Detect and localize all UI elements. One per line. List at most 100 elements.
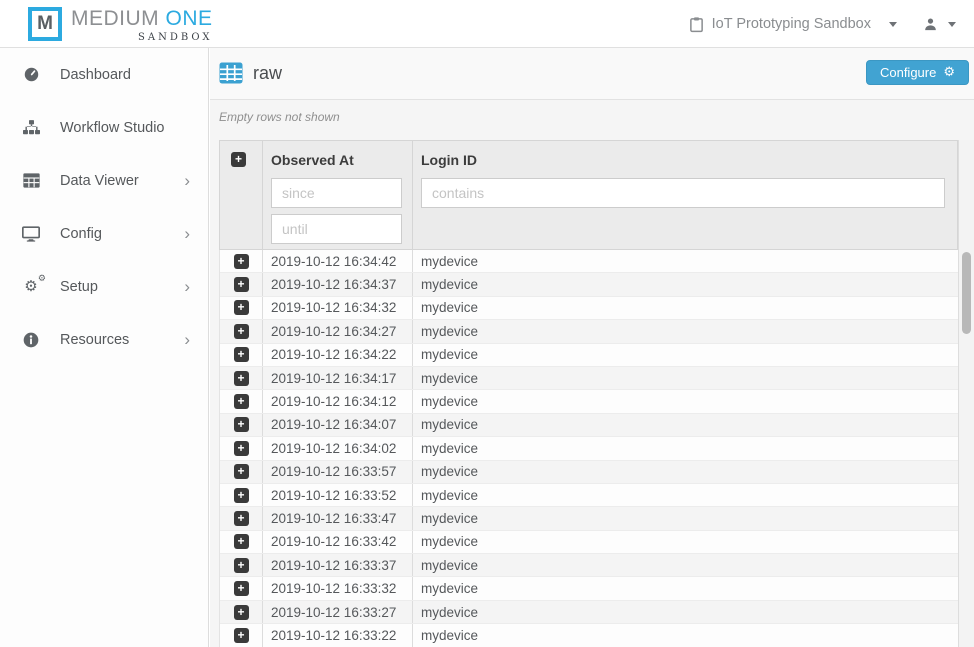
observed-at-cell: 2019-10-12 16:34:02: [263, 437, 413, 459]
expand-cell: +: [220, 531, 263, 553]
brand-logo: M MEDIUM ONE SANDBOX: [28, 7, 213, 43]
expand-row-button[interactable]: +: [234, 347, 249, 362]
expand-row-button[interactable]: +: [234, 371, 249, 386]
table-row: +2019-10-12 16:34:02mydevice: [220, 437, 958, 460]
dashboard-gauge-icon: [20, 66, 42, 83]
main-content: raw Configure ⚙ Empty rows not shown + O…: [210, 48, 974, 647]
until-filter-input[interactable]: [271, 214, 402, 244]
table-header: + Observed At Login ID: [219, 140, 958, 250]
expand-cell: +: [220, 344, 263, 366]
login-id-cell: mydevice: [413, 297, 958, 319]
login-id-cell: mydevice: [413, 437, 958, 459]
sidebar-item-label: Dashboard: [60, 67, 190, 83]
expand-row-button[interactable]: +: [234, 417, 249, 432]
table-row: +2019-10-12 16:33:37mydevice: [220, 554, 958, 577]
data-table: + Observed At Login ID +2019-10-12 16:34…: [219, 140, 958, 647]
brand-name-primary: MEDIUM: [71, 7, 159, 30]
scrollbar-thumb[interactable]: [962, 252, 971, 334]
expand-cell: +: [220, 250, 263, 272]
logo-m-icon: M: [28, 7, 62, 41]
table-row: +2019-10-12 16:34:32mydevice: [220, 297, 958, 320]
expand-cell: +: [220, 484, 263, 506]
expand-row-button[interactable]: +: [234, 254, 249, 269]
observed-at-cell: 2019-10-12 16:33:27: [263, 601, 413, 623]
brand-wordmark: MEDIUM ONE SANDBOX: [71, 7, 213, 43]
login-id-cell: mydevice: [413, 484, 958, 506]
gears-icon: ⚙⚙: [20, 279, 42, 294]
table-scrollbar[interactable]: [958, 140, 974, 647]
info-circle-icon: [20, 332, 42, 348]
expand-row-button[interactable]: +: [234, 628, 249, 643]
table-icon: [20, 173, 42, 188]
expand-cell: +: [220, 601, 263, 623]
brand-name-secondary: ONE: [166, 7, 213, 30]
observed-at-cell: 2019-10-12 16:33:32: [263, 577, 413, 599]
sidebar-item-data-viewer[interactable]: Data Viewer ›: [0, 154, 208, 207]
observed-at-cell: 2019-10-12 16:34:22: [263, 344, 413, 366]
chevron-right-icon: ›: [184, 278, 190, 295]
login-id-column-header: Login ID: [413, 141, 957, 249]
expand-all-cell: +: [220, 141, 263, 249]
expand-row-button[interactable]: +: [234, 558, 249, 573]
sidebar-item-config[interactable]: Config ›: [0, 207, 208, 260]
expand-all-button[interactable]: +: [231, 152, 246, 167]
sidebar-item-dashboard[interactable]: Dashboard: [0, 48, 208, 101]
table-row: +2019-10-12 16:33:22mydevice: [220, 624, 958, 647]
expand-row-button[interactable]: +: [234, 277, 249, 292]
expand-row-button[interactable]: +: [234, 488, 249, 503]
sidebar-item-setup[interactable]: ⚙⚙ Setup ›: [0, 260, 208, 313]
expand-row-button[interactable]: +: [234, 581, 249, 596]
table-row: +2019-10-12 16:33:42mydevice: [220, 531, 958, 554]
chevron-right-icon: ›: [184, 172, 190, 189]
login-id-cell: mydevice: [413, 507, 958, 529]
desktop-icon: [20, 226, 42, 242]
topbar: M MEDIUM ONE SANDBOX IoT Prototyping San…: [0, 0, 974, 48]
login-id-cell: mydevice: [413, 414, 958, 436]
expand-cell: +: [220, 273, 263, 295]
since-filter-input[interactable]: [271, 178, 402, 208]
page-title: raw: [253, 63, 282, 84]
expand-row-button[interactable]: +: [234, 534, 249, 549]
table-body: +2019-10-12 16:34:42mydevice+2019-10-12 …: [219, 250, 958, 647]
login-id-cell: mydevice: [413, 601, 958, 623]
sitemap-icon: [20, 120, 42, 135]
contains-filter-input[interactable]: [421, 178, 945, 208]
table-row: +2019-10-12 16:34:37mydevice: [220, 273, 958, 296]
expand-cell: +: [220, 554, 263, 576]
expand-cell: +: [220, 320, 263, 342]
expand-cell: +: [220, 577, 263, 599]
expand-row-button[interactable]: +: [234, 605, 249, 620]
table-row: +2019-10-12 16:34:17mydevice: [220, 367, 958, 390]
login-id-cell: mydevice: [413, 624, 958, 646]
chevron-down-icon: [889, 22, 897, 27]
observed-at-cell: 2019-10-12 16:33:22: [263, 624, 413, 646]
observed-at-cell: 2019-10-12 16:34:37: [263, 273, 413, 295]
project-selector[interactable]: IoT Prototyping Sandbox: [689, 16, 897, 33]
expand-row-button[interactable]: +: [234, 464, 249, 479]
login-id-cell: mydevice: [413, 250, 958, 272]
column-title: Login ID: [421, 148, 945, 172]
sidebar-item-label: Data Viewer: [60, 173, 184, 189]
expand-row-button[interactable]: +: [234, 300, 249, 315]
sidebar-item-workflow-studio[interactable]: Workflow Studio: [0, 101, 208, 154]
login-id-cell: mydevice: [413, 367, 958, 389]
sidebar-item-label: Setup: [60, 279, 184, 295]
login-id-cell: mydevice: [413, 577, 958, 599]
chevron-down-icon: [948, 22, 956, 27]
column-title: Observed At: [271, 148, 402, 172]
expand-row-button[interactable]: +: [234, 441, 249, 456]
user-menu[interactable]: [923, 17, 956, 32]
table-row: +2019-10-12 16:33:32mydevice: [220, 577, 958, 600]
expand-row-button[interactable]: +: [234, 324, 249, 339]
observed-at-cell: 2019-10-12 16:33:52: [263, 484, 413, 506]
login-id-cell: mydevice: [413, 320, 958, 342]
expand-cell: +: [220, 297, 263, 319]
expand-row-button[interactable]: +: [234, 394, 249, 409]
expand-row-button[interactable]: +: [234, 511, 249, 526]
table-row: +2019-10-12 16:33:27mydevice: [220, 601, 958, 624]
configure-button[interactable]: Configure ⚙: [866, 60, 969, 85]
expand-cell: +: [220, 390, 263, 412]
sidebar-item-resources[interactable]: Resources ›: [0, 313, 208, 366]
login-id-cell: mydevice: [413, 273, 958, 295]
chevron-right-icon: ›: [184, 225, 190, 242]
